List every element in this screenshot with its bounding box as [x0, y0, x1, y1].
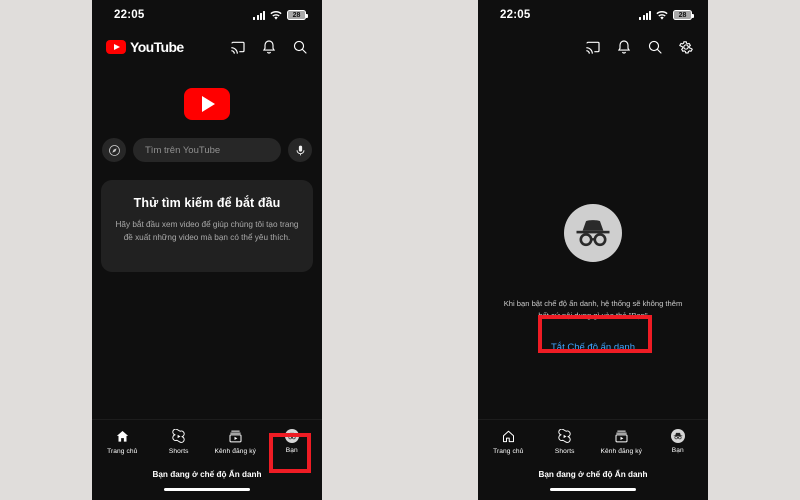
cellular-signal-icon — [639, 10, 651, 20]
search-input[interactable]: Tìm trên YouTube — [133, 138, 281, 162]
status-bar: 22:05 28 — [92, 0, 322, 30]
battery-icon: 28 — [287, 10, 308, 20]
app-bar-actions — [585, 39, 694, 55]
cast-icon[interactable] — [230, 39, 246, 55]
sidebar-item-shorts[interactable]: Shorts — [151, 428, 208, 455]
turn-off-incognito-button[interactable]: Tắt Chế độ ẩn danh — [537, 334, 649, 361]
wifi-icon — [656, 10, 668, 20]
bottom-area: Trang chủ Shorts Kênh đăng ký Bạn Bạn đa… — [478, 418, 708, 500]
sidebar-item-you[interactable]: Bạn — [650, 428, 707, 454]
sidebar-item-label-home: Trang chủ — [107, 447, 138, 455]
app-bar-actions — [230, 39, 308, 55]
incognito-avatar-icon — [670, 428, 685, 443]
incognito-avatar-icon — [284, 428, 299, 443]
hint-card-title: Thử tìm kiếm để bắt đầu — [133, 196, 281, 210]
screenshot-stage: 22:05 28 YouTube Tìm trên YouTube Thử tì… — [0, 0, 800, 500]
sidebar-item-home[interactable]: Trang chủ — [480, 429, 537, 455]
subscriptions-icon — [614, 429, 629, 444]
bottom-nav: Trang chủ Shorts Kênh đăng ký Bạn — [92, 418, 322, 459]
subscriptions-icon — [228, 429, 243, 444]
cellular-signal-icon — [253, 10, 265, 20]
sidebar-item-label-home: Trang chủ — [493, 447, 524, 455]
incognito-status-bar: Bạn đang ở chế độ Ẩn danh — [478, 459, 708, 488]
youtube-play-logo-icon — [184, 88, 230, 120]
incognito-illustration-wrap — [478, 204, 708, 262]
battery-level-label: 28 — [678, 11, 687, 19]
home-indicator[interactable] — [164, 487, 250, 491]
battery-level-label: 28 — [292, 11, 301, 19]
sidebar-item-label-shorts: Shorts — [168, 447, 189, 455]
bell-icon[interactable] — [616, 39, 632, 55]
status-clock: 22:05 — [114, 9, 145, 21]
sidebar-item-label-subscriptions: Kênh đăng ký — [214, 447, 257, 455]
app-bar — [478, 30, 708, 64]
shorts-icon — [557, 428, 572, 444]
compass-explore-icon[interactable] — [102, 138, 126, 162]
bell-icon[interactable] — [261, 39, 277, 55]
search-icon[interactable] — [292, 39, 308, 55]
home-indicator[interactable] — [550, 487, 636, 491]
sidebar-item-subscriptions[interactable]: Kênh đăng ký — [593, 429, 650, 455]
microphone-icon[interactable] — [288, 138, 312, 162]
home-indicator-wrap — [92, 487, 322, 500]
incognito-status-text: Bạn đang ở chế độ Ẩn danh — [152, 469, 262, 479]
sidebar-item-shorts[interactable]: Shorts — [537, 428, 594, 455]
hero-logo-wrap — [92, 88, 322, 120]
sidebar-item-label-you: Bạn — [285, 446, 298, 454]
shorts-icon — [171, 428, 186, 444]
gear-icon[interactable] — [678, 39, 694, 55]
bottom-nav: Trang chủ Shorts Kênh đăng ký Bạn — [478, 418, 708, 459]
turn-off-row: Tắt Chế độ ẩn danh — [478, 334, 708, 361]
home-icon — [501, 429, 516, 444]
status-clock: 22:05 — [500, 9, 531, 21]
incognito-status-bar: Bạn đang ở chế độ Ẩn danh — [92, 459, 322, 488]
battery-icon: 28 — [673, 10, 694, 20]
incognito-message: Khi bạn bật chế độ ẩn danh, hệ thống sẽ … — [503, 299, 683, 321]
right-phone-screen: 22:05 28 Khi bạn bật chế độ ẩn danh, hệ … — [478, 0, 708, 500]
hint-card-body: Hãy bắt đầu xem video để giúp chúng tôi … — [115, 220, 299, 242]
youtube-play-mark-icon — [106, 40, 126, 54]
search-placeholder: Tìm trên YouTube — [145, 144, 221, 156]
search-row: Tìm trên YouTube — [92, 138, 322, 162]
status-icon-group: 28 — [253, 10, 308, 20]
search-hint-card: Thử tìm kiếm để bắt đầu Hãy bắt đầu xem … — [101, 180, 313, 273]
bottom-area: Trang chủ Shorts Kênh đăng ký Bạn Bạn đa… — [92, 418, 322, 500]
status-bar: 22:05 28 — [478, 0, 708, 30]
youtube-logo-icon[interactable]: YouTube — [106, 39, 184, 55]
app-bar: YouTube — [92, 30, 322, 64]
wifi-icon — [270, 10, 282, 20]
cast-icon[interactable] — [585, 39, 601, 55]
status-icon-group: 28 — [639, 10, 694, 20]
sidebar-item-label-subscriptions: Kênh đăng ký — [600, 447, 643, 455]
youtube-wordmark: YouTube — [130, 39, 184, 55]
home-icon — [115, 429, 130, 444]
sidebar-item-label-shorts: Shorts — [554, 447, 575, 455]
sidebar-item-subscriptions[interactable]: Kênh đăng ký — [207, 429, 264, 455]
incognito-status-text: Bạn đang ở chế độ Ẩn danh — [538, 469, 648, 479]
sidebar-item-you[interactable]: Bạn — [264, 428, 321, 454]
search-icon[interactable] — [647, 39, 663, 55]
left-phone-screen: 22:05 28 YouTube Tìm trên YouTube Thử tì… — [92, 0, 322, 500]
sidebar-item-home[interactable]: Trang chủ — [94, 429, 151, 455]
sidebar-item-label-you: Bạn — [671, 446, 684, 454]
incognito-hat-glasses-icon — [564, 204, 622, 262]
home-indicator-wrap — [478, 487, 708, 500]
